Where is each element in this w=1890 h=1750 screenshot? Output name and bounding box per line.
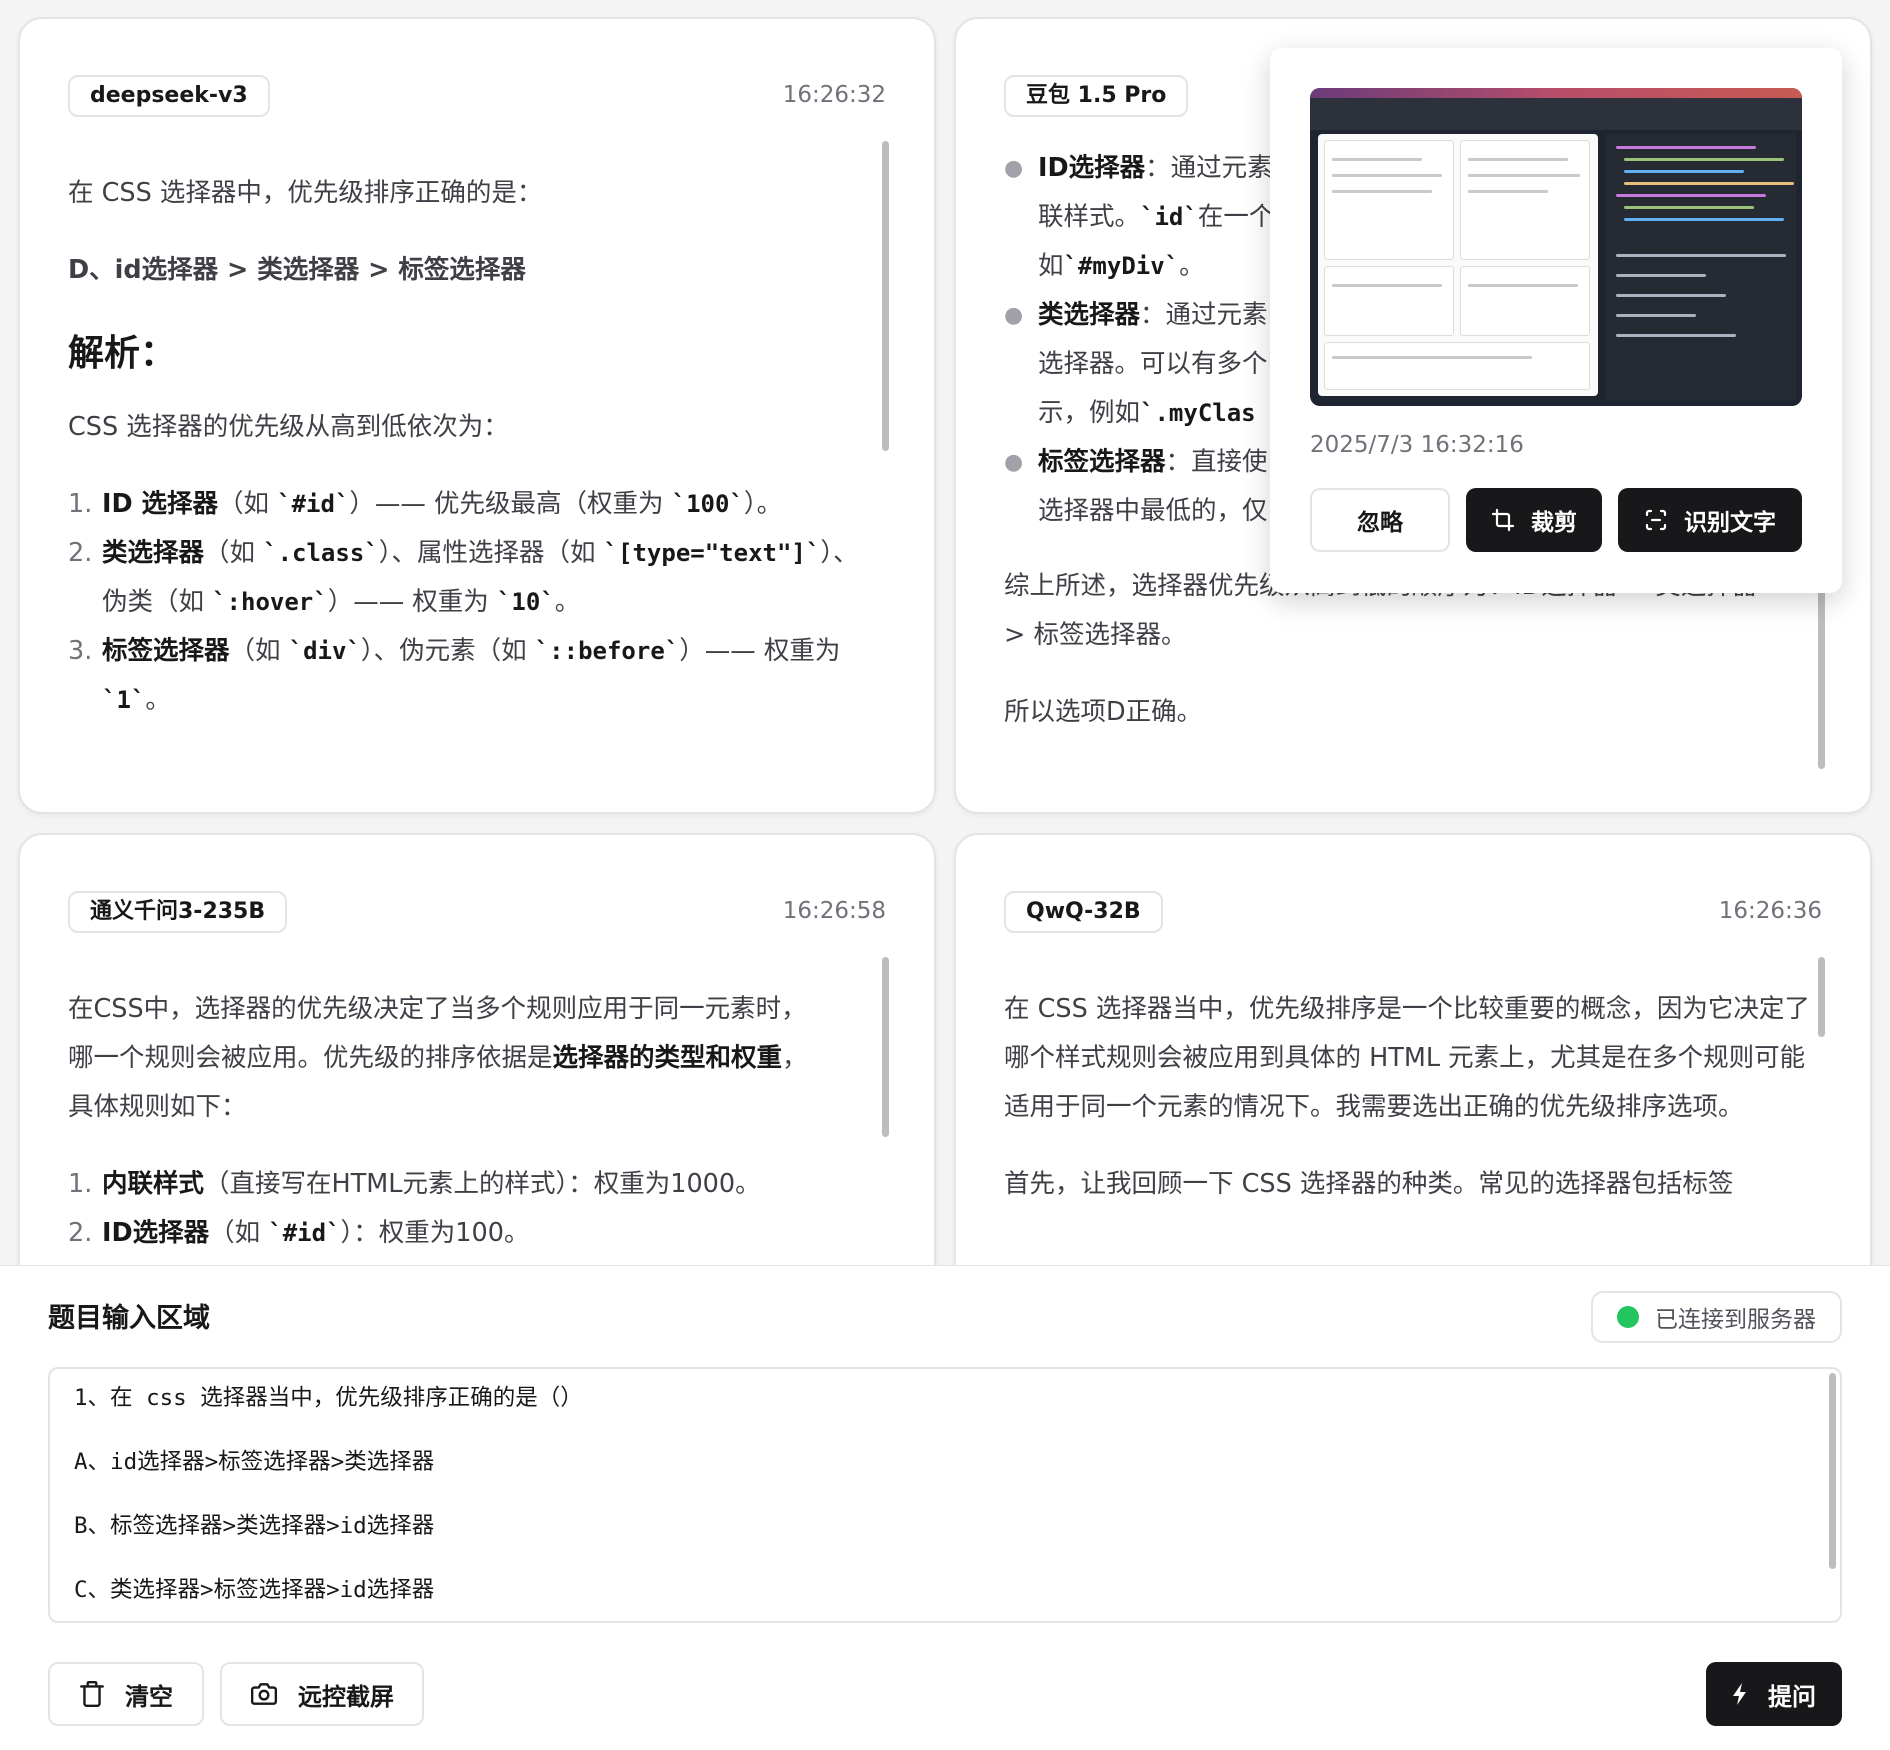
thumb-line	[1332, 174, 1442, 177]
priority-list: 1. 内联样式（直接写在HTML元素上的样式）：权重为1000。 2. ID选择器（…	[68, 1160, 886, 1258]
thumb-titlebar	[1310, 88, 1802, 98]
model-badge: 豆包 1.5 Pro	[1004, 75, 1189, 117]
model-badge: QwQ-32B	[1004, 891, 1163, 933]
thumb-line	[1468, 174, 1580, 177]
question-textarea[interactable]: 1、在 css 选择器当中，优先级排序正确的是（） A、id选择器>标签选择器>…	[48, 1367, 1842, 1623]
answer-body: 在CSS中，选择器的优先级决定了当多个规则应用于同一元素时， 哪一个规则会被应用。…	[68, 985, 886, 1286]
order-text: CSS 选择器的优先级从高到低依次为：	[68, 412, 509, 442]
ignore-label: 忽略	[1357, 510, 1403, 536]
analysis-heading: 解析：	[68, 333, 177, 374]
ask-label: 提问	[1768, 1682, 1816, 1711]
conclusion: 所以选项D正确。	[1004, 697, 1203, 727]
screenshot-time: 2025/7/3 16:32:16	[1310, 432, 1524, 458]
thumb-code-line	[1616, 146, 1756, 149]
list-item: 1. ID 选择器（如 `#id`）—— 优先级最高（权重为 `100`）。	[68, 489, 783, 519]
ocr-label: 识别文字	[1684, 510, 1776, 536]
model-badge: deepseek-v3	[68, 75, 270, 117]
ocr-button[interactable]: 识别文字	[1618, 488, 1802, 552]
thumb-line	[1468, 158, 1568, 161]
thumb-code-line	[1616, 314, 1696, 317]
thumb-addressbar	[1310, 98, 1802, 130]
thumb-code-line	[1624, 206, 1754, 209]
clear-label: 清空	[125, 1682, 173, 1711]
list-item: 2. 类选择器（如 `.class`）、属性选择器（如 `[type="text"…	[68, 538, 859, 617]
answer-time: 16:26:32	[782, 82, 886, 108]
status-text: 已连接到服务器	[1655, 1307, 1816, 1333]
scan-text-icon	[1644, 508, 1668, 532]
thumb-line	[1332, 190, 1432, 193]
thumb-code-line	[1624, 158, 1784, 161]
question-line: B、标签选择器>类选择器>id选择器	[74, 1513, 435, 1539]
answer-intro: 在CSS中，选择器的优先级决定了当多个规则应用于同一元素时， 哪一个规则会被应用。…	[68, 994, 808, 1122]
thumb-line	[1468, 190, 1548, 193]
crop-icon	[1491, 508, 1515, 532]
thumb-line	[1332, 356, 1532, 359]
question-line: 1、在 css 选择器当中，优先级排序正确的是（）	[74, 1385, 583, 1411]
thumb-code-line	[1616, 254, 1786, 257]
answer-choice: D、id选择器 > 类选择器 > 标签选择器	[68, 255, 526, 285]
thumb-devtools	[1606, 134, 1796, 400]
screenshot-popup: 2025/7/3 16:32:16 忽略 裁剪 识别文字	[1270, 48, 1842, 593]
thumb-code-line	[1624, 218, 1784, 221]
thumb-card	[1460, 266, 1590, 336]
question-input-panel: 题目输入区域 已连接到服务器 1、在 css 选择器当中，优先级排序正确的是（）…	[0, 1265, 1890, 1750]
remote-screenshot-button[interactable]: 远控截屏	[220, 1662, 424, 1726]
remote-screenshot-label: 远控截屏	[298, 1682, 394, 1711]
priority-list: 1. ID 选择器（如 `#id`）—— 优先级最高（权重为 `100`）。 2.…	[68, 480, 874, 725]
screenshot-thumbnail[interactable]	[1310, 88, 1802, 406]
thumb-line	[1468, 284, 1578, 287]
thumb-card	[1324, 266, 1454, 336]
model-badge: 通义千问3-235B	[68, 891, 288, 933]
thumb-line	[1332, 158, 1422, 161]
answer-card-deepseek: deepseek-v3 16:26:32 在 CSS 选择器中，优先级排序正确的…	[18, 17, 936, 814]
thumb-code-line	[1616, 334, 1736, 337]
thumb-code-line	[1624, 182, 1794, 185]
list-item: 3. 标签选择器（如 `div`）、伪元素（如 `::before`）—— 权重为…	[68, 636, 841, 715]
status-dot-icon	[1617, 1306, 1639, 1328]
question-line: C、类选择器>标签选择器>id选择器	[74, 1577, 435, 1603]
thumb-code-line	[1616, 294, 1726, 297]
crop-button[interactable]: 裁剪	[1466, 488, 1602, 552]
connection-status: 已连接到服务器	[1591, 1291, 1842, 1343]
lightning-icon	[1732, 1683, 1748, 1705]
answer-paragraph: 在 CSS 选择器当中，优先级排序是一个比较重要的概念，因为它决定了哪个样式规则…	[1004, 994, 1810, 1122]
ignore-button[interactable]: 忽略	[1310, 488, 1450, 552]
trash-icon	[79, 1680, 105, 1708]
scrollbar[interactable]	[882, 141, 889, 451]
thumb-card	[1324, 342, 1590, 390]
section-title: 题目输入区域	[48, 1303, 210, 1334]
answer-body: 在 CSS 选择器当中，优先级排序是一个比较重要的概念，因为它决定了哪个样式规则…	[1004, 985, 1824, 1237]
list-item: 1. 内联样式（直接写在HTML元素上的样式）：权重为1000。	[68, 1169, 761, 1199]
answer-body: 在 CSS 选择器中，优先级排序正确的是： D、id选择器 > 类选择器 > 标…	[68, 169, 874, 753]
thumb-page	[1318, 134, 1598, 396]
answer-time: 16:26:36	[1718, 898, 1822, 924]
thumb-code-line	[1616, 194, 1766, 197]
answer-intro: 在 CSS 选择器中，优先级排序正确的是：	[68, 178, 543, 208]
answer-time: 16:26:58	[782, 898, 886, 924]
question-line: A、id选择器>标签选择器>类选择器	[74, 1449, 435, 1475]
clear-button[interactable]: 清空	[48, 1662, 204, 1726]
thumb-code-line	[1624, 170, 1744, 173]
crop-label: 裁剪	[1531, 510, 1577, 536]
thumb-code-line	[1616, 274, 1706, 277]
list-item: 2. ID选择器（如 `#id`）：权重为100。	[68, 1218, 530, 1248]
answer-paragraph: 首先，让我回顾一下 CSS 选择器的种类。常见的选择器包括标签	[1004, 1169, 1734, 1199]
camera-icon	[250, 1681, 278, 1707]
ask-button[interactable]: 提问	[1706, 1662, 1842, 1726]
thumb-line	[1332, 284, 1442, 287]
scrollbar[interactable]	[1829, 1373, 1836, 1569]
